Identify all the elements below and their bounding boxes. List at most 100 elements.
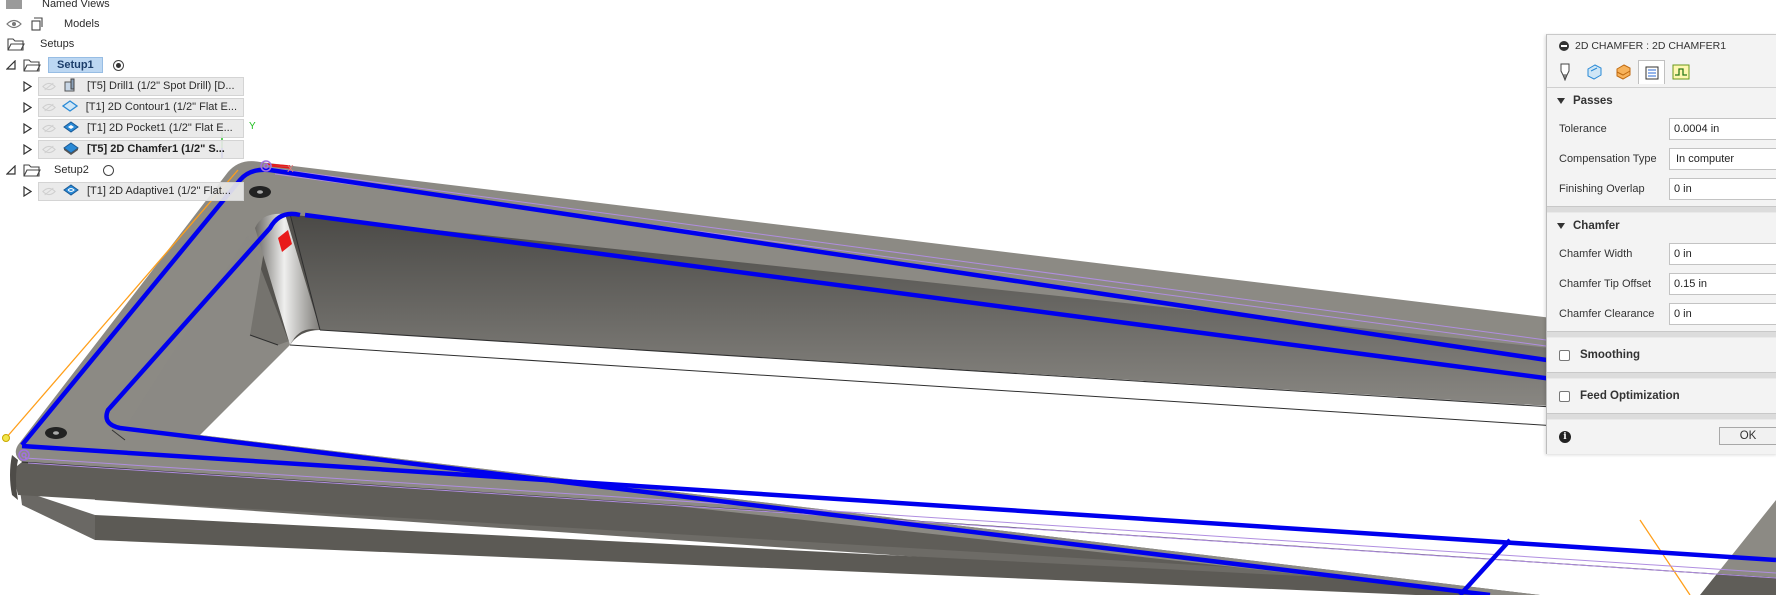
- chamfer-width-label: Chamfer Width: [1559, 248, 1633, 260]
- smoothing-label: Smoothing: [1580, 349, 1641, 361]
- dialog-footer: i OK: [1547, 418, 1776, 454]
- tool-tab-icon[interactable]: [1551, 60, 1578, 84]
- chamfer-clearance-input[interactable]: 0 in: [1669, 303, 1776, 325]
- browser-tree: Named Views Models Setups Setup1 [T5] Dr…: [0, 0, 260, 230]
- models-icon: [28, 16, 48, 32]
- feed-optimization-row[interactable]: Feed Optimization: [1547, 379, 1776, 413]
- setup1-label: Setup1: [48, 57, 103, 73]
- pocket-icon: [61, 121, 81, 135]
- feed-optimization-checkbox[interactable]: [1559, 390, 1570, 402]
- tree-row-operation[interactable]: [T1] 2D Pocket1 (1/2" Flat E...: [20, 118, 244, 138]
- collapse-triangle-icon[interactable]: [20, 79, 34, 93]
- viewport-3d[interactable]: Y X: [0, 0, 1776, 595]
- eye-hidden-icon[interactable]: [41, 80, 57, 92]
- tree-row-named-views[interactable]: Named Views: [6, 0, 110, 14]
- operation-label: [T1] 2D Contour1 (1/2" Flat E...: [85, 101, 237, 113]
- expand-triangle-icon[interactable]: [4, 163, 18, 177]
- chamfer-tip-offset-row: Chamfer Tip Offset 0.15 in: [1547, 269, 1776, 299]
- dialog-tabs: [1547, 57, 1776, 88]
- collapse-triangle-icon[interactable]: [20, 100, 34, 114]
- compensation-row: Compensation Type In computer: [1547, 144, 1776, 174]
- contour-icon: [60, 100, 79, 114]
- operation-label: [T5] Drill1 (1/2" Spot Drill) [D...: [87, 80, 235, 92]
- operation-item[interactable]: [T1] 2D Pocket1 (1/2" Flat E...: [38, 118, 244, 138]
- section-divider: [1547, 206, 1776, 213]
- chamfer-section-header[interactable]: Chamfer: [1547, 213, 1776, 239]
- info-icon[interactable]: i: [1559, 430, 1571, 443]
- section-divider: [1547, 372, 1776, 379]
- operation-item[interactable]: [T5] 2D Chamfer1 (1/2" S...: [38, 139, 244, 159]
- folder-open-icon: [22, 57, 42, 73]
- dialog-title: 2D CHAMFER : 2D CHAMFER1: [1575, 40, 1727, 52]
- passes-section-header[interactable]: Passes: [1547, 88, 1776, 114]
- setup2-label: Setup2: [54, 164, 89, 176]
- eye-hidden-icon[interactable]: [41, 122, 57, 134]
- finishing-overlap-input[interactable]: 0 in: [1669, 178, 1776, 200]
- finishing-overlap-label: Finishing Overlap: [1559, 183, 1645, 195]
- hole-marker: [45, 427, 67, 439]
- chamfer-icon: [61, 142, 81, 156]
- linking-tab-icon[interactable]: [1667, 60, 1694, 84]
- named-views-icon: [6, 0, 22, 9]
- chamfer-tip-offset-label: Chamfer Tip Offset: [1559, 278, 1652, 290]
- section-divider: [1547, 331, 1776, 338]
- stock-corner-marker: [2, 434, 10, 442]
- operation-label: [T5] 2D Chamfer1 (1/2" S...: [87, 143, 225, 155]
- eye-hidden-icon[interactable]: [41, 101, 56, 113]
- expand-triangle-icon[interactable]: [4, 58, 18, 72]
- models-label: Models: [64, 18, 100, 30]
- operation-item[interactable]: [T5] Drill1 (1/2" Spot Drill) [D...: [38, 76, 244, 96]
- collapse-triangle-icon[interactable]: [20, 184, 34, 198]
- eye-hidden-icon[interactable]: [41, 185, 57, 197]
- collapse-dialog-icon[interactable]: [1559, 41, 1569, 51]
- tree-row-operation[interactable]: [T5] Drill1 (1/2" Spot Drill) [D...: [20, 76, 244, 96]
- chamfer-width-row: Chamfer Width 0 in: [1547, 239, 1776, 269]
- section-collapse-icon: [1557, 98, 1565, 104]
- drill-icon: [61, 78, 81, 94]
- tree-row-setup1[interactable]: Setup1: [4, 55, 124, 75]
- finishing-overlap-row: Finishing Overlap 0 in: [1547, 174, 1776, 204]
- eye-hidden-icon[interactable]: [41, 143, 57, 155]
- compensation-type-label: Compensation Type: [1559, 153, 1657, 165]
- folder-open-icon: [6, 36, 26, 52]
- active-setup-radio-icon[interactable]: [112, 59, 124, 71]
- chamfer-tip-offset-input[interactable]: 0.15 in: [1669, 273, 1776, 295]
- dialog-title-bar[interactable]: 2D CHAMFER : 2D CHAMFER1: [1547, 35, 1776, 57]
- inactive-setup-radio-icon[interactable]: [102, 164, 114, 176]
- tree-row-operation-selected[interactable]: [T5] 2D Chamfer1 (1/2" S...: [20, 139, 244, 159]
- collapse-triangle-icon[interactable]: [20, 121, 34, 135]
- collapse-triangle-icon[interactable]: [20, 142, 34, 156]
- smoothing-checkbox[interactable]: [1559, 349, 1570, 361]
- tree-row-models[interactable]: Models: [6, 14, 99, 34]
- setups-label: Setups: [40, 38, 75, 50]
- tolerance-row: Tolerance 0.0004 in: [1547, 114, 1776, 144]
- tree-row-operation[interactable]: [T1] 2D Adaptive1 (1/2" Flat...: [20, 181, 244, 201]
- axis-x-label: X: [287, 164, 294, 175]
- operation-item[interactable]: [T1] 2D Adaptive1 (1/2" Flat...: [38, 181, 244, 201]
- named-views-label: Named Views: [42, 0, 110, 10]
- passes-header: Passes: [1573, 95, 1613, 107]
- geometry-tab-icon[interactable]: [1580, 60, 1607, 84]
- chamfer-width-input[interactable]: 0 in: [1669, 243, 1776, 265]
- folder-open-icon: [22, 162, 42, 178]
- eye-icon[interactable]: [6, 18, 22, 30]
- passes-tab-icon[interactable]: [1638, 60, 1665, 84]
- heights-tab-icon[interactable]: [1609, 60, 1636, 84]
- section-collapse-icon: [1557, 223, 1565, 229]
- chamfer-dialog: 2D CHAMFER : 2D CHAMFER1 Passes Toleranc…: [1546, 34, 1776, 454]
- feed-optimization-label: Feed Optimization: [1580, 390, 1680, 402]
- tree-row-operation[interactable]: [T1] 2D Contour1 (1/2" Flat E...: [20, 97, 244, 117]
- operation-label: [T1] 2D Pocket1 (1/2" Flat E...: [87, 122, 233, 134]
- ok-button[interactable]: OK: [1719, 427, 1776, 445]
- tree-row-setups[interactable]: Setups: [6, 34, 74, 54]
- compensation-type-select[interactable]: In computer: [1669, 148, 1776, 170]
- operation-label: [T1] 2D Adaptive1 (1/2" Flat...: [87, 185, 231, 197]
- tree-row-setup2[interactable]: Setup2: [4, 160, 114, 180]
- chamfer-clearance-label: Chamfer Clearance: [1559, 308, 1655, 320]
- smoothing-row[interactable]: Smoothing: [1547, 338, 1776, 372]
- chamfer-clearance-row: Chamfer Clearance 0 in: [1547, 299, 1776, 329]
- operation-item[interactable]: [T1] 2D Contour1 (1/2" Flat E...: [38, 97, 244, 117]
- adaptive-icon: [61, 184, 81, 198]
- chamfer-header: Chamfer: [1573, 220, 1620, 232]
- tolerance-input[interactable]: 0.0004 in: [1669, 118, 1776, 140]
